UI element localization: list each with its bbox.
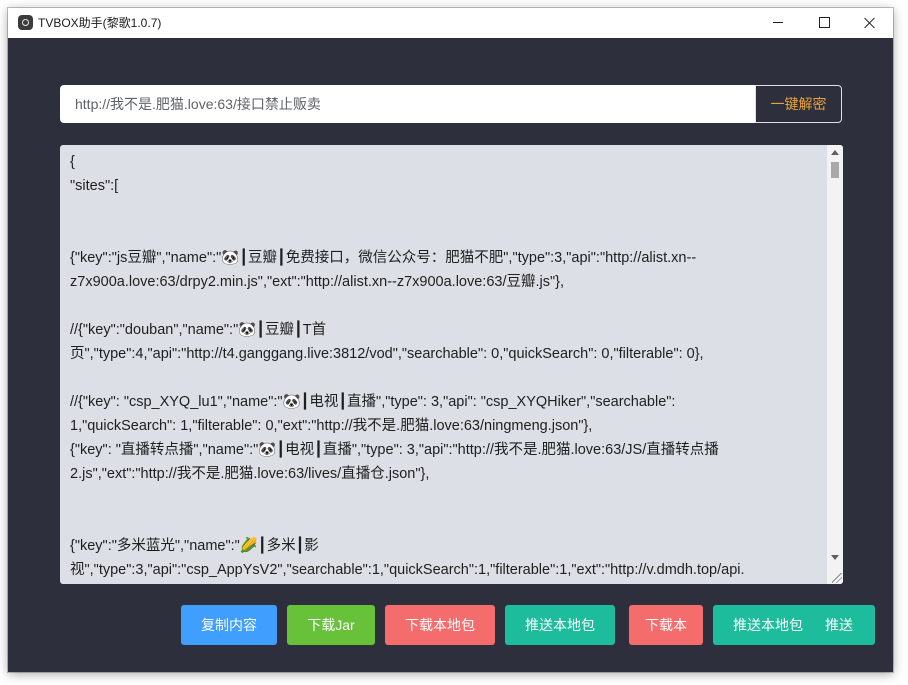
maximize-button[interactable] [801,8,847,38]
download-local-package-button[interactable]: 下载本地包 [385,605,495,645]
push-local-package-button[interactable]: 推送本地包 [505,605,615,645]
minimize-button[interactable] [755,8,801,38]
editor-line: { [70,154,75,170]
maximize-icon [819,17,830,28]
json-textarea[interactable]: { "sites":[ {"key":"js豆瓣","name":"🐼┃豆瓣┃免… [60,145,843,584]
editor-line: {"key":"js豆瓣","name":"🐼┃豆瓣┃免费接口，微信公众号：肥猫… [70,250,697,266]
title-bar[interactable]: TVBOX助手(黎歌1.0.7) [8,8,893,38]
editor-line: 2.js","ext":"http://我不是.肥猫.love:63/lives… [70,466,430,482]
main-content: 一键解密 { "sites":[ {"key":"js豆瓣","name":"🐼… [8,38,893,672]
editor-line: //{"key":"douban","name":"🐼┃豆瓣┃T首 [70,322,327,338]
decrypt-button[interactable]: 一键解密 [755,85,842,123]
url-input[interactable] [60,85,755,123]
editor-line: 视","type":3,"api":"csp_AppYsV2","searcha… [70,562,745,578]
minimize-icon [773,22,783,23]
close-icon [864,17,876,29]
editor-line: 页","type":4,"api":"http://t4.ganggang.li… [70,346,704,362]
scrollbar-thumb[interactable] [831,162,839,178]
editor-line: "sites":[ [70,178,119,194]
scroll-up-arrow-icon[interactable] [831,150,839,155]
editor-line: {"key": "直播转点播","name":"🐼┃电视┃直播","type":… [70,442,719,458]
window-title: TVBOX助手(黎歌1.0.7) [38,16,162,30]
app-logo-icon [18,15,33,30]
resize-grip-icon[interactable] [832,573,842,583]
copy-content-button[interactable]: 复制内容 [181,605,277,645]
editor-line: {"key":"多米蓝光","name":"🌽┃多米┃影 [70,538,319,554]
close-button[interactable] [847,8,893,38]
push-button[interactable]: 推送 [803,605,875,645]
download-button[interactable]: 下载本 [629,605,703,645]
download-jar-button[interactable]: 下载Jar [287,605,375,645]
editor-line: z7x900a.love:63/drpy2.min.js","ext":"htt… [70,274,564,290]
editor-scrollbar[interactable] [827,145,843,584]
app-window: TVBOX助手(黎歌1.0.7) 一键解密 { "sites":[ {"key"… [8,8,893,672]
scroll-down-arrow-icon[interactable] [831,555,839,560]
editor-text[interactable]: { "sites":[ {"key":"js豆瓣","name":"🐼┃豆瓣┃免… [70,150,825,582]
editor-line: //{"key": "csp_XYQ_lu1","name":"🐼┃电视┃直播"… [70,394,676,410]
editor-line: 1,"quickSearch": 1,"filterable": 0,"ext"… [70,418,593,434]
